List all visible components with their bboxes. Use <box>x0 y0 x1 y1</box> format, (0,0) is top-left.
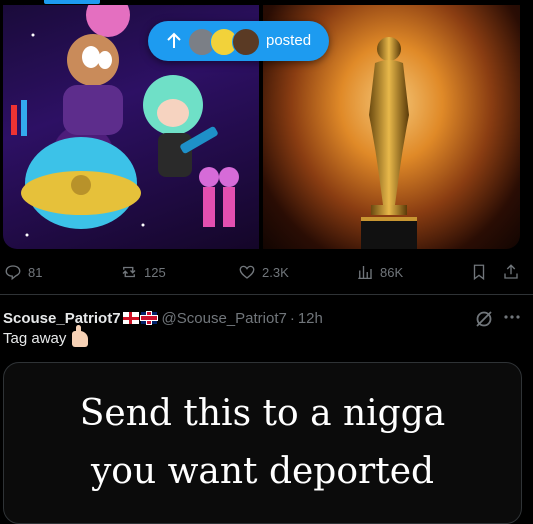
more-options-icon[interactable] <box>502 307 522 327</box>
repost-button[interactable]: 125 <box>120 258 166 286</box>
bookmark-button[interactable] <box>470 258 488 286</box>
new-posts-label: posted <box>266 32 312 49</box>
reply-count: 81 <box>28 264 43 280</box>
england-flag-icon <box>122 312 139 324</box>
image-text-line2: you want deported <box>90 451 435 492</box>
tweet-header: Scouse_Patriot7 @Scouse_Patriot7 · 12h <box>3 308 483 328</box>
display-name[interactable]: Scouse_Patriot7 <box>3 310 121 327</box>
view-count: 86K <box>380 264 404 280</box>
share-icon <box>504 264 518 279</box>
tweet-divider <box>0 294 533 295</box>
heart-icon <box>239 265 255 279</box>
tweet-body: Tag away <box>3 330 67 347</box>
tweet-text: Tag away <box>3 324 89 347</box>
repost-count: 125 <box>144 264 166 280</box>
bookmark-icon <box>473 264 485 281</box>
like-button[interactable]: 2.3K <box>238 258 289 286</box>
grok-icon[interactable] <box>474 309 494 329</box>
thumbs-up-emoji-icon <box>72 324 89 347</box>
tab-indicator <box>44 0 100 4</box>
avatar <box>232 28 260 56</box>
views-button[interactable]: 86K <box>356 258 403 286</box>
uk-flag-icon <box>140 312 157 324</box>
repost-icon <box>122 266 136 278</box>
share-button[interactable] <box>502 258 520 286</box>
arrow-up-icon <box>164 31 184 51</box>
header-separator: · <box>289 309 295 327</box>
reply-icon <box>5 265 21 281</box>
new-posts-pill[interactable]: posted <box>148 21 329 61</box>
tweet-action-bar: 81 125 2.3K 86K <box>0 258 533 286</box>
tweet-image[interactable]: Send this to a nigga you want deported <box>3 362 522 524</box>
image-text-line1: Send this to a nigga <box>79 393 446 434</box>
bar-chart-icon <box>358 266 372 280</box>
user-handle[interactable]: @Scouse_Patriot7 <box>162 310 287 327</box>
timestamp[interactable]: 12h <box>298 310 323 327</box>
reply-button[interactable]: 81 <box>4 258 42 286</box>
like-count: 2.3K <box>262 264 289 280</box>
